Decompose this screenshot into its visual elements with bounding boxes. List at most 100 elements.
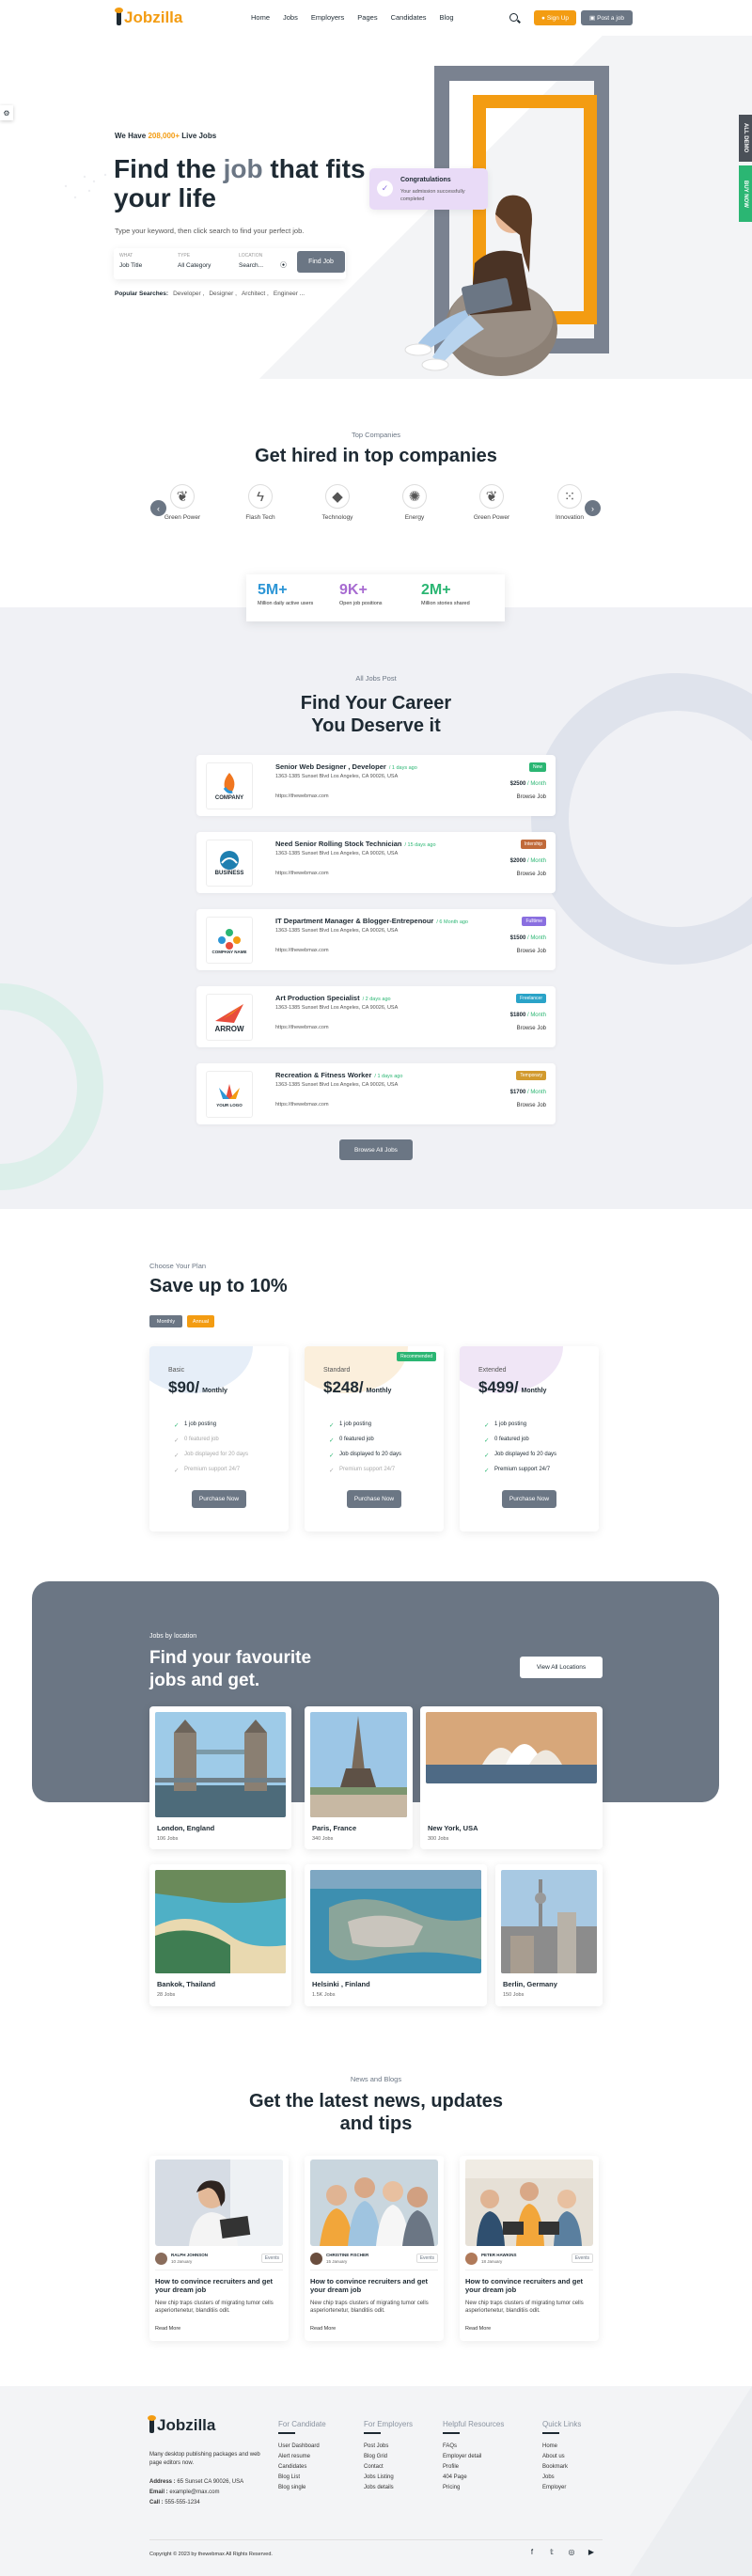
job-url[interactable]: https://thewebmax.com <box>275 1025 329 1030</box>
read-more-link[interactable]: Read More <box>310 2326 336 2332</box>
nav-jobs[interactable]: Jobs <box>283 13 298 22</box>
footer-link[interactable]: Employer detail <box>443 2454 504 2464</box>
footer-link[interactable]: Jobs details <box>364 2485 413 2495</box>
job-card[interactable]: COMPANY Senior Web Designer , Developer /… <box>196 755 556 816</box>
job-url[interactable]: https://thewebmax.com <box>275 793 329 799</box>
read-more-link[interactable]: Read More <box>465 2326 491 2332</box>
company-item[interactable]: ◆ Technology <box>309 484 366 521</box>
footer-link[interactable]: Blog Grid <box>364 2454 413 2464</box>
footer-logo[interactable]: Jobzilla <box>148 2415 215 2435</box>
footer-link[interactable]: Profile <box>443 2464 504 2474</box>
find-job-button[interactable]: Find Job <box>297 251 345 273</box>
all-demo-tab[interactable]: ALL DEMO <box>739 115 752 162</box>
annual-toggle[interactable]: Annual <box>187 1315 214 1327</box>
browse-job-link[interactable]: Browse Job <box>517 1103 546 1108</box>
job-title[interactable]: Recreation & Fitness Worker <box>275 1071 371 1079</box>
facebook-icon[interactable]: f <box>527 2548 537 2557</box>
company-item[interactable]: ϟ Flash Tech <box>232 484 289 521</box>
popular-engineer[interactable]: Engineer ... <box>274 291 305 297</box>
footer-link[interactable]: Post Jobs <box>364 2443 413 2454</box>
nav-home[interactable]: Home <box>251 13 270 22</box>
blog-post-card[interactable]: RALPH JOHNSON 10 January Events How to c… <box>149 2156 289 2341</box>
company-item[interactable]: ❦ Green Power <box>154 484 211 521</box>
footer-link[interactable]: About us <box>542 2454 581 2464</box>
footer-link[interactable]: User Dashboard <box>278 2443 326 2454</box>
post-title[interactable]: How to convince recruiters and get your … <box>465 2277 593 2294</box>
browse-all-jobs-button[interactable]: Browse All Jobs <box>339 1139 413 1160</box>
blog-post-card[interactable]: PETER HAWKINS 18 January Events How to c… <box>460 2156 599 2341</box>
job-title[interactable]: Senior Web Designer , Developer <box>275 762 386 771</box>
post-category[interactable]: Events <box>571 2254 593 2263</box>
job-title[interactable]: IT Department Manager & Blogger-Entrepen… <box>275 917 433 925</box>
view-all-locations-button[interactable]: View All Locations <box>520 1657 603 1678</box>
author-avatar <box>310 2253 322 2265</box>
job-card[interactable]: YOUR LOGO Recreation & Fitness Worker/ 1… <box>196 1063 556 1124</box>
footer-link[interactable]: Bookmark <box>542 2464 581 2474</box>
footer-link[interactable]: FAQs <box>443 2443 504 2454</box>
footer-link[interactable]: Blog single <box>278 2485 326 2495</box>
twitter-icon[interactable]: 𝕥 <box>547 2548 556 2557</box>
job-card[interactable]: ARROW Art Production Specialist/ 2 days … <box>196 986 556 1047</box>
logo[interactable]: Jobzilla <box>115 8 182 27</box>
popular-developer[interactable]: Developer , <box>173 291 204 297</box>
footer-link[interactable]: Employer <box>542 2485 581 2495</box>
footer-email[interactable]: Email : example@max.com <box>149 2490 219 2495</box>
monthly-toggle[interactable]: Monthly <box>149 1315 182 1327</box>
type-select[interactable]: TYPE All Category <box>178 253 211 269</box>
job-card[interactable]: BUSINESS Need Senior Rolling Stock Techn… <box>196 832 556 893</box>
location-card[interactable]: Helsinki , Finland 1.5K Jobs <box>305 1864 487 2006</box>
post-job-button[interactable]: ▣ Post a job <box>581 10 633 25</box>
search-icon[interactable] <box>509 13 518 22</box>
footer-link[interactable]: Contact <box>364 2464 413 2474</box>
browse-job-link[interactable]: Browse Job <box>517 1026 546 1031</box>
footer-link[interactable]: Blog List <box>278 2474 326 2485</box>
nav-candidates[interactable]: Candidates <box>391 13 427 22</box>
job-url[interactable]: https://thewebmax.com <box>275 871 329 876</box>
footer-link[interactable]: Candidates <box>278 2464 326 2474</box>
job-url[interactable]: https://thewebmax.com <box>275 948 329 953</box>
company-item[interactable]: ⁙ Innovation <box>541 484 598 521</box>
blog-post-card[interactable]: CHRISTINE FISCHER 15 January Events How … <box>305 2156 444 2341</box>
footer-link[interactable]: Alert resume <box>278 2454 326 2464</box>
footer-link[interactable]: Jobs <box>542 2474 581 2485</box>
popular-architect[interactable]: Architect , <box>242 291 269 297</box>
nav-employers[interactable]: Employers <box>311 13 344 22</box>
purchase-button[interactable]: Purchase Now <box>192 1490 246 1508</box>
footer-link[interactable]: 404 Page <box>443 2474 504 2485</box>
post-title[interactable]: How to convince recruiters and get your … <box>310 2277 438 2294</box>
location-field[interactable]: LOCATION Search... <box>239 253 263 269</box>
sign-up-button[interactable]: ● Sign Up <box>534 10 576 25</box>
browse-job-link[interactable]: Browse Job <box>517 794 546 800</box>
post-category[interactable]: Events <box>260 2254 283 2263</box>
purchase-button[interactable]: Purchase Now <box>502 1490 556 1508</box>
company-item[interactable]: ❦ Green Power <box>463 484 520 521</box>
browse-job-link[interactable]: Browse Job <box>517 949 546 954</box>
buy-now-tab[interactable]: BUY NOW <box>739 165 752 222</box>
footer-link[interactable]: Pricing <box>443 2485 504 2495</box>
nav-pages[interactable]: Pages <box>357 13 377 22</box>
location-card[interactable]: New York, USA 300 Jobs <box>420 1706 603 1849</box>
instagram-icon[interactable]: ◎ <box>567 2548 576 2557</box>
popular-designer[interactable]: Designer , <box>209 291 237 297</box>
location-card[interactable]: Paris, France 340 Jobs <box>305 1706 413 1849</box>
purchase-button[interactable]: Purchase Now <box>347 1490 401 1508</box>
job-title[interactable]: Need Senior Rolling Stock Technician <box>275 840 401 848</box>
nav-blog[interactable]: Blog <box>440 13 454 22</box>
location-card[interactable]: London, England 106 Jobs <box>149 1706 291 1849</box>
post-title[interactable]: How to convince recruiters and get your … <box>155 2277 283 2294</box>
footer-link[interactable]: Jobs Listing <box>364 2474 413 2485</box>
job-url[interactable]: https://thewebmax.com <box>275 1102 329 1107</box>
job-title[interactable]: Art Production Specialist <box>275 994 360 1002</box>
footer-link[interactable]: Home <box>542 2443 581 2454</box>
location-card[interactable]: Bankok, Thailand 28 Jobs <box>149 1864 291 2006</box>
job-card[interactable]: COMPANY NAME IT Department Manager & Blo… <box>196 909 556 970</box>
post-category[interactable]: Events <box>415 2254 438 2263</box>
read-more-link[interactable]: Read More <box>155 2326 180 2332</box>
footer-phone[interactable]: Call : 555-555-1234 <box>149 2500 200 2505</box>
company-item[interactable]: ✺ Energy <box>386 484 443 521</box>
browse-job-link[interactable]: Browse Job <box>517 872 546 877</box>
what-field[interactable]: WHAT Job Title <box>119 253 142 269</box>
youtube-icon[interactable]: ▶ <box>587 2548 596 2557</box>
location-card[interactable]: Berlin, Germany 150 Jobs <box>495 1864 603 2006</box>
settings-gear-icon[interactable]: ⚙ <box>0 105 13 120</box>
